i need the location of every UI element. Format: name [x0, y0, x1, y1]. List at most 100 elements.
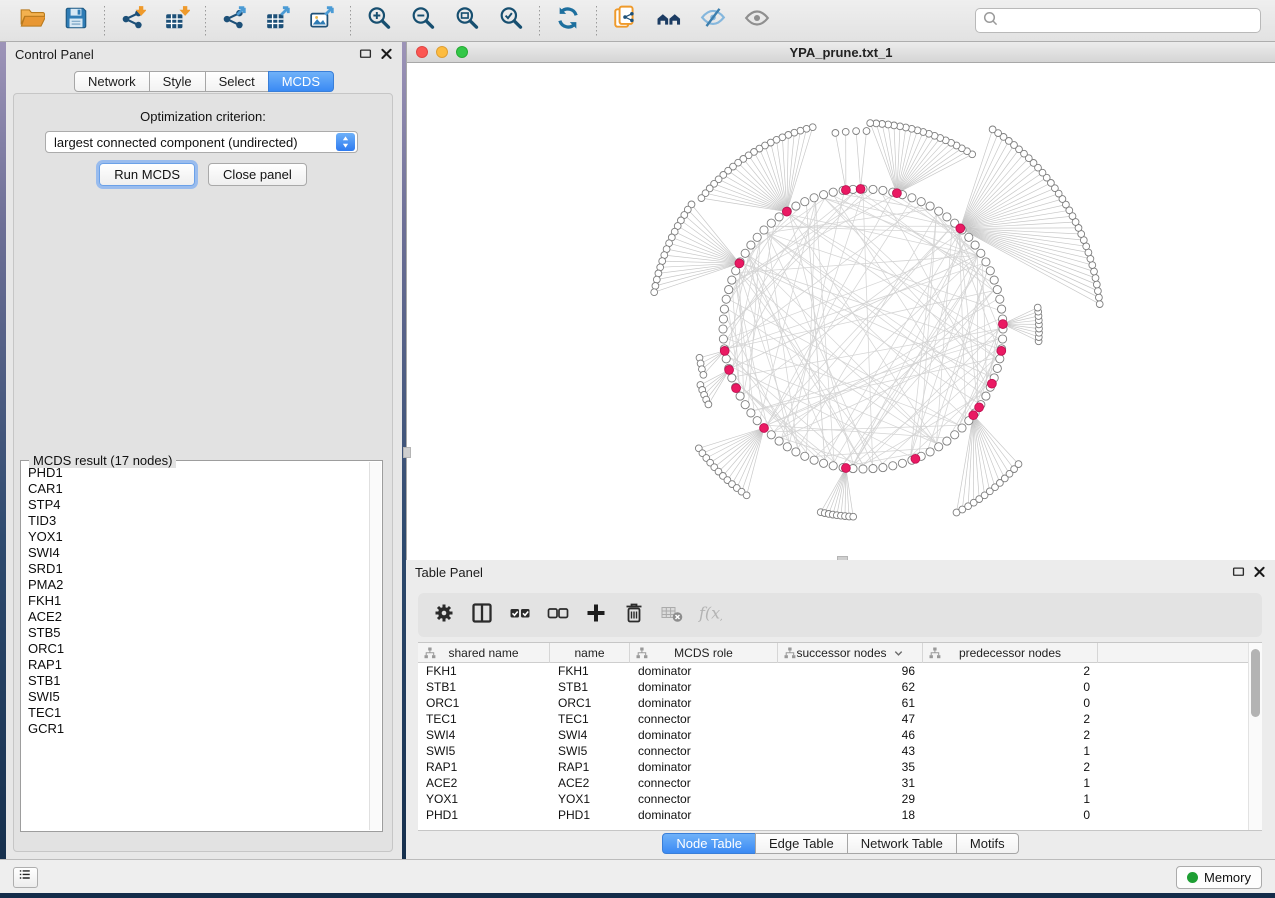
table-scrollbar-thumb[interactable] [1251, 649, 1260, 717]
column-header-shared-name[interactable]: shared name [418, 643, 550, 663]
task-history-button[interactable] [13, 867, 38, 888]
mcds-result-item[interactable]: PHD1 [28, 465, 369, 481]
table-row[interactable]: FKH1FKH1dominator962 [418, 663, 1248, 679]
cell-predecessor-nodes[interactable]: 2 [923, 712, 1098, 726]
float-panel-icon[interactable] [1231, 564, 1246, 584]
mcds-result-scrollbar[interactable] [369, 462, 381, 830]
tab-select[interactable]: Select [205, 71, 269, 92]
export-image-button[interactable] [307, 6, 337, 36]
cell-successor-nodes[interactable]: 62 [778, 680, 923, 694]
network-window-titlebar[interactable]: YPA_prune.txt_1 [407, 42, 1275, 63]
home-button[interactable] [654, 6, 684, 36]
cell-shared-name[interactable]: YOX1 [418, 792, 550, 806]
cell-predecessor-nodes[interactable]: 0 [923, 680, 1098, 694]
cell-successor-nodes[interactable]: 47 [778, 712, 923, 726]
cell-successor-nodes[interactable]: 46 [778, 728, 923, 742]
cell-shared-name[interactable]: TEC1 [418, 712, 550, 726]
cell-name[interactable]: FKH1 [550, 664, 630, 678]
table-row[interactable]: STB1STB1dominator620 [418, 679, 1248, 695]
memory-button[interactable]: Memory [1176, 866, 1262, 889]
cell-name[interactable]: STB1 [550, 680, 630, 694]
cell-MCDS-role[interactable]: connector [630, 776, 778, 790]
tab-node-table[interactable]: Node Table [662, 833, 756, 854]
close-panel-icon[interactable] [379, 46, 394, 66]
cell-MCDS-role[interactable]: dominator [630, 664, 778, 678]
network-graph[interactable] [407, 63, 1275, 560]
mcds-result-item[interactable]: STP4 [28, 497, 369, 513]
table-row[interactable]: TEC1TEC1connector472 [418, 711, 1248, 727]
column-header-name[interactable]: name [550, 643, 630, 663]
table-scrollbar[interactable] [1248, 643, 1262, 830]
open-file-button[interactable] [17, 6, 47, 36]
cell-successor-nodes[interactable]: 29 [778, 792, 923, 806]
zoom-selected-button[interactable] [496, 6, 526, 36]
float-panel-icon[interactable] [358, 46, 373, 66]
cell-shared-name[interactable]: SWI5 [418, 744, 550, 758]
cell-successor-nodes[interactable]: 61 [778, 696, 923, 710]
mcds-result-item[interactable]: YOX1 [28, 529, 369, 545]
cell-predecessor-nodes[interactable]: 0 [923, 808, 1098, 822]
first-neighbors-button[interactable] [610, 6, 640, 36]
cell-MCDS-role[interactable]: connector [630, 792, 778, 806]
cell-predecessor-nodes[interactable]: 2 [923, 760, 1098, 774]
optimization-criterion-select[interactable]: largest connected component (undirected) [45, 131, 358, 153]
close-panel-icon[interactable] [1252, 564, 1267, 584]
mcds-result-item[interactable]: TID3 [28, 513, 369, 529]
cell-MCDS-role[interactable]: connector [630, 712, 778, 726]
mcds-result-item[interactable]: SWI5 [28, 689, 369, 705]
zoom-out-button[interactable] [408, 6, 438, 36]
tab-edge-table[interactable]: Edge Table [755, 833, 848, 854]
cell-name[interactable]: YOX1 [550, 792, 630, 806]
cell-successor-nodes[interactable]: 96 [778, 664, 923, 678]
mcds-result-item[interactable]: ACE2 [28, 609, 369, 625]
tab-motifs[interactable]: Motifs [956, 833, 1019, 854]
cell-name[interactable]: SWI5 [550, 744, 630, 758]
deselect-all-button[interactable] [544, 601, 572, 629]
cell-shared-name[interactable]: ACE2 [418, 776, 550, 790]
table-row[interactable]: RAP1RAP1dominator352 [418, 759, 1248, 775]
search-box[interactable] [975, 8, 1261, 33]
zoom-fit-button[interactable] [452, 6, 482, 36]
mcds-result-item[interactable]: CAR1 [28, 481, 369, 497]
import-table-button[interactable] [162, 6, 192, 36]
table-row[interactable]: YOX1YOX1connector291 [418, 791, 1248, 807]
hide-selected-button[interactable] [698, 6, 728, 36]
cell-shared-name[interactable]: ORC1 [418, 696, 550, 710]
cell-predecessor-nodes[interactable]: 2 [923, 728, 1098, 742]
refresh-button[interactable] [553, 6, 583, 36]
show-all-button[interactable] [742, 6, 772, 36]
mcds-result-item[interactable]: ORC1 [28, 641, 369, 657]
cell-predecessor-nodes[interactable]: 1 [923, 792, 1098, 806]
cell-shared-name[interactable]: RAP1 [418, 760, 550, 774]
mcds-result-item[interactable]: PMA2 [28, 577, 369, 593]
table-row[interactable]: SWI5SWI5connector431 [418, 743, 1248, 759]
cell-predecessor-nodes[interactable]: 1 [923, 744, 1098, 758]
cell-successor-nodes[interactable]: 31 [778, 776, 923, 790]
delete-column-button[interactable] [620, 601, 648, 629]
cell-MCDS-role[interactable]: dominator [630, 808, 778, 822]
cell-MCDS-role[interactable]: dominator [630, 680, 778, 694]
cell-successor-nodes[interactable]: 18 [778, 808, 923, 822]
import-network-button[interactable] [118, 6, 148, 36]
select-all-button[interactable] [506, 601, 534, 629]
add-column-button[interactable] [582, 601, 610, 629]
cell-name[interactable]: PHD1 [550, 808, 630, 822]
cell-name[interactable]: SWI4 [550, 728, 630, 742]
column-header-predecessor-nodes[interactable]: predecessor nodes [923, 643, 1098, 663]
table-row[interactable]: PHD1PHD1dominator180 [418, 807, 1248, 823]
network-canvas[interactable] [407, 63, 1275, 560]
cell-MCDS-role[interactable]: dominator [630, 760, 778, 774]
cell-name[interactable]: ORC1 [550, 696, 630, 710]
mcds-result-list[interactable]: PHD1CAR1STP4TID3YOX1SWI4SRD1PMA2FKH1ACE2… [21, 465, 369, 830]
mcds-result-item[interactable]: STB1 [28, 673, 369, 689]
table-row[interactable]: ACE2ACE2connector311 [418, 775, 1248, 791]
close-panel-button[interactable]: Close panel [208, 163, 307, 186]
mcds-result-item[interactable]: GCR1 [28, 721, 369, 737]
tab-style[interactable]: Style [149, 71, 206, 92]
cell-successor-nodes[interactable]: 35 [778, 760, 923, 774]
cell-shared-name[interactable]: FKH1 [418, 664, 550, 678]
cell-predecessor-nodes[interactable]: 1 [923, 776, 1098, 790]
cell-MCDS-role[interactable]: dominator [630, 728, 778, 742]
search-input[interactable] [998, 11, 1260, 31]
run-mcds-button[interactable]: Run MCDS [99, 163, 195, 186]
